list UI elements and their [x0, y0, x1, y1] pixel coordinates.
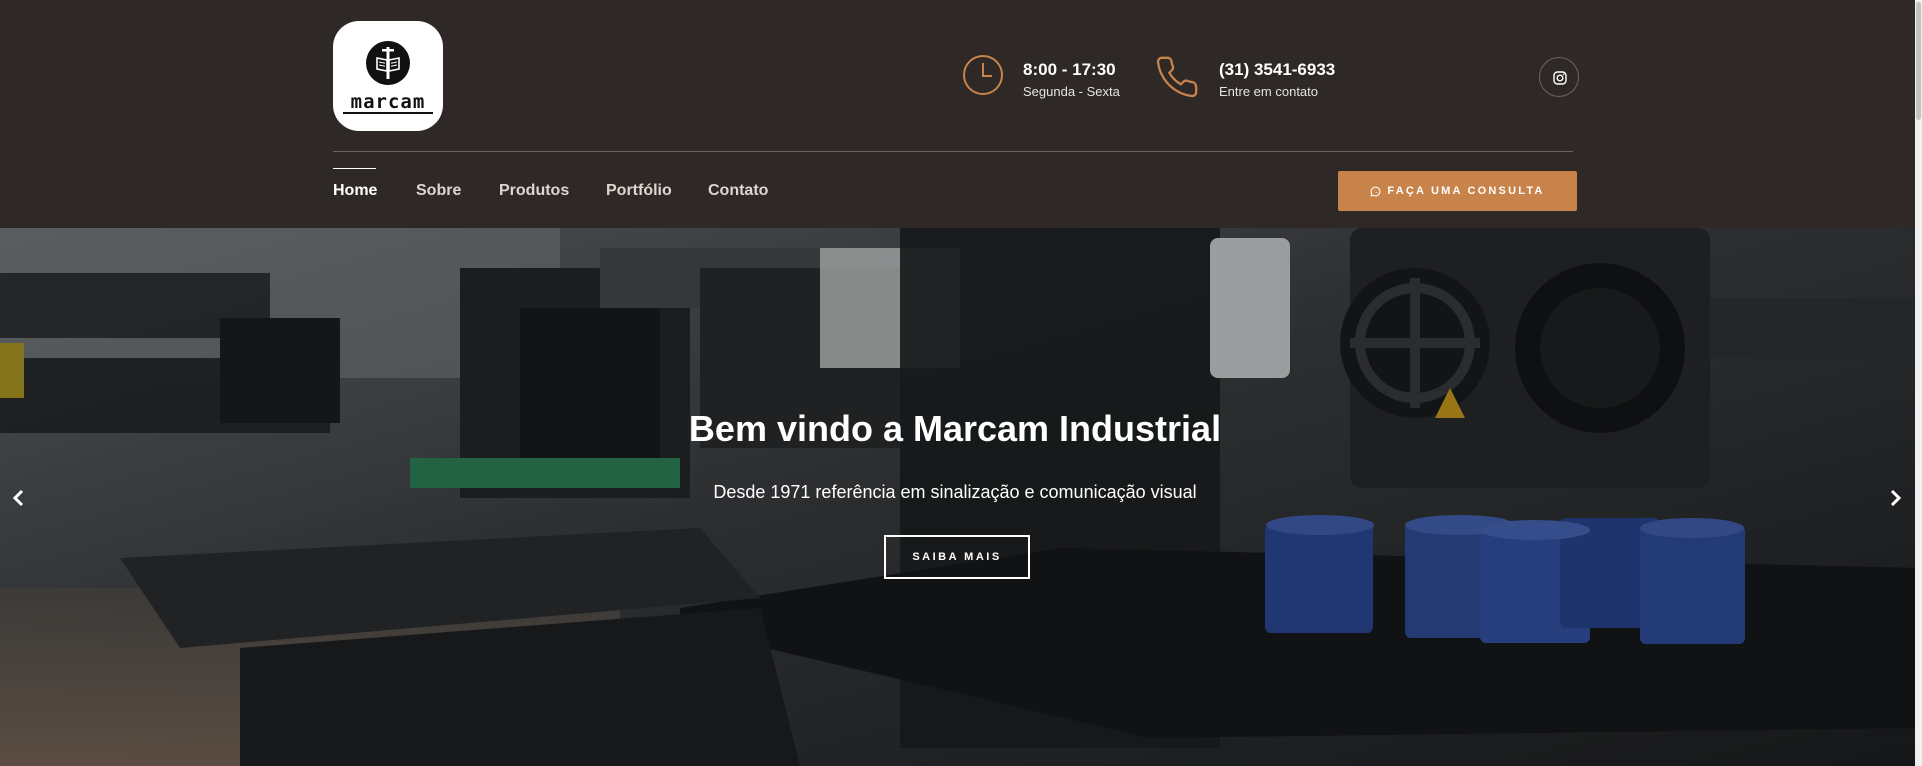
instagram-icon: [1553, 71, 1567, 85]
logo-wordmark: marcam: [350, 91, 426, 113]
page-scrollbar[interactable]: [1915, 0, 1922, 766]
clock-icon: [962, 54, 1004, 101]
consultation-button[interactable]: FAÇA UMA CONSULTA: [1338, 171, 1577, 211]
phone-caption: Entre em contato: [1219, 84, 1318, 99]
nav-item-contato[interactable]: Contato: [708, 182, 768, 200]
hero-slider: Bem vindo a Marcam Industrial Desde 1971…: [0, 228, 1922, 766]
page: marcam 8:00 - 17:30 Segunda - Sexta (31)…: [0, 0, 1922, 766]
learn-more-button[interactable]: SAIBA MAIS: [884, 535, 1030, 579]
nav-item-home[interactable]: Home: [333, 182, 377, 200]
site-header: marcam 8:00 - 17:30 Segunda - Sexta (31)…: [0, 0, 1922, 228]
book-emblem-icon: [366, 41, 410, 85]
nav-item-portfolio[interactable]: Portfólio: [606, 182, 672, 200]
logo-underline: [343, 112, 433, 114]
phone-number: (31) 3541-6933: [1219, 60, 1336, 79]
hours-time: 8:00 - 17:30: [1023, 60, 1116, 79]
scrollbar-thumb[interactable]: [1916, 2, 1921, 120]
active-indicator: [333, 168, 376, 169]
hours-days: Segunda - Sexta: [1023, 84, 1120, 99]
whatsapp-icon: [1370, 186, 1381, 197]
nav-item-sobre[interactable]: Sobre: [416, 182, 461, 200]
hero-title: Bem vindo a Marcam Industrial: [688, 408, 1222, 449]
header-divider: [333, 151, 1573, 152]
hero-subtitle: Desde 1971 referência em sinalização e c…: [713, 482, 1197, 502]
nav-item-produtos[interactable]: Produtos: [499, 182, 569, 200]
consultation-label: FAÇA UMA CONSULTA: [1387, 185, 1545, 197]
phone-icon: [1154, 54, 1200, 105]
chevron-left-icon[interactable]: [7, 486, 31, 510]
site-logo[interactable]: marcam: [333, 21, 443, 131]
chevron-right-icon[interactable]: [1883, 486, 1907, 510]
instagram-button[interactable]: [1539, 57, 1579, 97]
